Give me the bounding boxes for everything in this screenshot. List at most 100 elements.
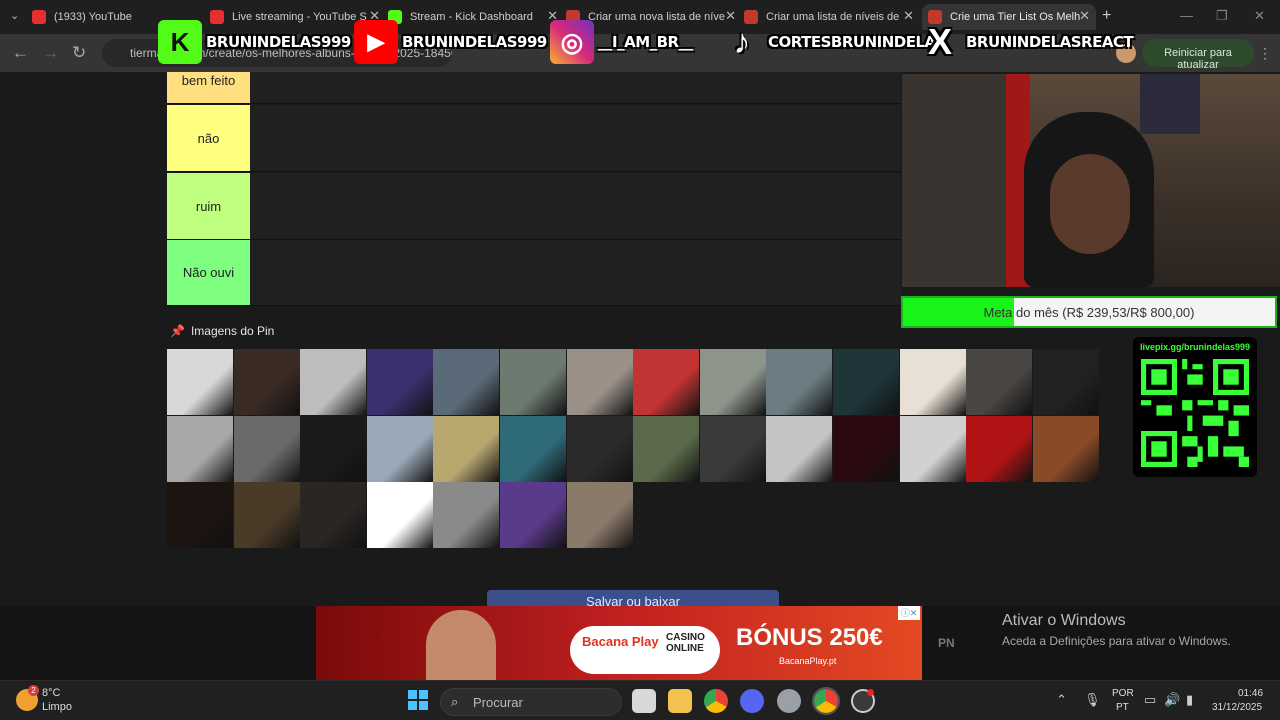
battery-icon[interactable]: ▮: [1186, 692, 1193, 708]
tier-row[interactable]: bem feito: [167, 72, 901, 104]
album-cover[interactable]: [966, 349, 1033, 415]
album-cover[interactable]: [500, 482, 566, 548]
album-cover[interactable]: [433, 482, 500, 548]
album-cover[interactable]: [1032, 349, 1099, 415]
tier-row[interactable]: ruim: [167, 173, 901, 240]
social-handle: BRUNINDELAS999: [206, 33, 351, 51]
windows-taskbar: 2 8°C Limpo ⌕ Procurar ⌃ 🎙 POR PT ▭ 🔊 ▮ …: [0, 680, 1280, 720]
album-cover[interactable]: [300, 415, 367, 482]
album-cover[interactable]: [300, 349, 367, 415]
album-cover[interactable]: [167, 415, 233, 482]
album-cover[interactable]: [433, 349, 500, 415]
album-cover[interactable]: [500, 415, 566, 482]
ad-person: [426, 610, 496, 680]
clock-date[interactable]: 31/12/2025: [1212, 702, 1262, 713]
keyboard-layout[interactable]: PT: [1116, 702, 1129, 713]
album-cover[interactable]: [366, 482, 433, 548]
livepix-url: livepix.gg/brunindelas999: [1139, 342, 1251, 352]
youtube-icon: [32, 10, 46, 24]
album-cover[interactable]: [366, 349, 433, 415]
person-face: [1050, 154, 1130, 254]
album-cover[interactable]: [233, 415, 300, 482]
clock-time[interactable]: 01:46: [1238, 688, 1263, 699]
back-icon[interactable]: ←: [12, 43, 29, 63]
activate-windows-title: Ativar o Windows: [1002, 612, 1126, 629]
weather-condition: Limpo: [42, 701, 72, 713]
pn-label: PN: [938, 636, 955, 650]
language-code[interactable]: POR: [1112, 688, 1134, 699]
album-cover[interactable]: [167, 349, 233, 415]
tab-title: (1933) YouTube: [54, 11, 132, 23]
volume-icon[interactable]: 🔊: [1164, 692, 1180, 708]
settings-gear-icon[interactable]: [777, 689, 801, 713]
album-cover[interactable]: [300, 482, 367, 548]
album-cover[interactable]: [633, 349, 700, 415]
weather-badge: 2: [28, 685, 39, 696]
album-cover[interactable]: [766, 349, 833, 415]
taskbar-search[interactable]: ⌕ Procurar: [440, 688, 622, 716]
file-explorer-icon[interactable]: [668, 689, 692, 713]
tab-search-icon[interactable]: ⌄: [10, 9, 19, 22]
ad-site: BacanaPlay.pt: [779, 656, 837, 666]
album-cover[interactable]: [699, 415, 766, 482]
minimize-icon[interactable]: —: [1180, 8, 1193, 23]
album-cover[interactable]: [966, 415, 1033, 482]
chrome-icon[interactable]: [704, 689, 728, 713]
album-cover[interactable]: [433, 415, 500, 482]
album-cover[interactable]: [566, 349, 633, 415]
album-cover[interactable]: [833, 349, 899, 415]
livepix-qr-card: livepix.gg/brunindelas999: [1133, 337, 1257, 477]
tier-row[interactable]: Não ouvi: [167, 240, 901, 306]
album-cover[interactable]: [899, 415, 966, 482]
social-handle: __I_AM_BR__: [598, 33, 693, 51]
network-icon[interactable]: ▭: [1144, 692, 1156, 708]
tier-label: bem feito: [167, 72, 250, 103]
recording-dot-icon: [867, 689, 874, 696]
casino-ad-banner[interactable]: Bacana Play CASINO ONLINE BÓNUS 250€ Bac…: [316, 606, 922, 680]
reload-icon[interactable]: ↻: [72, 43, 86, 63]
microphone-icon[interactable]: 🎙: [1084, 692, 1101, 708]
album-cover[interactable]: [566, 415, 633, 482]
album-cover[interactable]: [167, 482, 233, 548]
album-cover[interactable]: [699, 349, 766, 415]
tier-row[interactable]: não: [167, 105, 901, 172]
tier-label: Não ouvi: [167, 240, 250, 305]
restore-icon[interactable]: ❐: [1216, 8, 1228, 24]
pushpin-icon: 📌: [170, 324, 185, 338]
album-cover[interactable]: [233, 349, 300, 415]
album-cover[interactable]: [566, 482, 633, 548]
album-cover[interactable]: [633, 415, 700, 482]
album-cover[interactable]: [500, 349, 566, 415]
close-window-icon[interactable]: ✕: [1254, 8, 1265, 24]
more-menu-icon[interactable]: ⋮: [1258, 45, 1272, 62]
instagram-logo-icon: ◎: [550, 20, 594, 64]
pin-images-heading: 📌 Imagens do Pin: [170, 324, 274, 338]
monthly-goal-bar: Meta do mês (R$ 239,53/R$ 800,00): [901, 296, 1277, 328]
tier-label: não: [167, 105, 250, 171]
social-tiktok: ♪ CORTESBRUNINDELAS: [720, 16, 947, 68]
qr-code-icon: [1141, 359, 1249, 467]
chrome-active-icon[interactable]: [812, 687, 840, 715]
album-cover[interactable]: [899, 349, 966, 415]
forward-icon[interactable]: →: [42, 43, 59, 63]
task-view-icon[interactable]: [632, 689, 656, 713]
album-cover[interactable]: [766, 415, 833, 482]
social-x: X BRUNINDELASREACT: [918, 16, 1134, 68]
ad-badge: CASINO ONLINE: [666, 632, 705, 654]
ad-choices-icon[interactable]: ⓘ✕: [898, 606, 920, 620]
chevron-up-icon[interactable]: ⌃: [1056, 692, 1067, 708]
album-cover[interactable]: [833, 415, 899, 482]
discord-icon[interactable]: [740, 689, 764, 713]
save-download-button[interactable]: Salvar ou baixar: [487, 590, 779, 606]
stream-social-banner: K BRUNINDELAS999 ▶ BRUNINDELAS999 ◎ __I_…: [158, 16, 1134, 68]
webcam-shelf: [902, 74, 1022, 287]
update-button[interactable]: Reiniciar para atualizar: [1142, 39, 1254, 71]
webcam-poster: [1140, 74, 1200, 134]
goal-text: Meta do mês (R$ 239,53/R$ 800,00): [983, 304, 1195, 320]
kick-logo-icon: K: [158, 20, 202, 64]
activate-windows-subtitle: Aceda a Definições para ativar o Windows…: [1002, 634, 1231, 648]
album-cover[interactable]: [366, 415, 433, 482]
album-cover[interactable]: [1032, 415, 1099, 482]
start-windows-icon[interactable]: [408, 690, 428, 710]
album-cover[interactable]: [233, 482, 300, 548]
